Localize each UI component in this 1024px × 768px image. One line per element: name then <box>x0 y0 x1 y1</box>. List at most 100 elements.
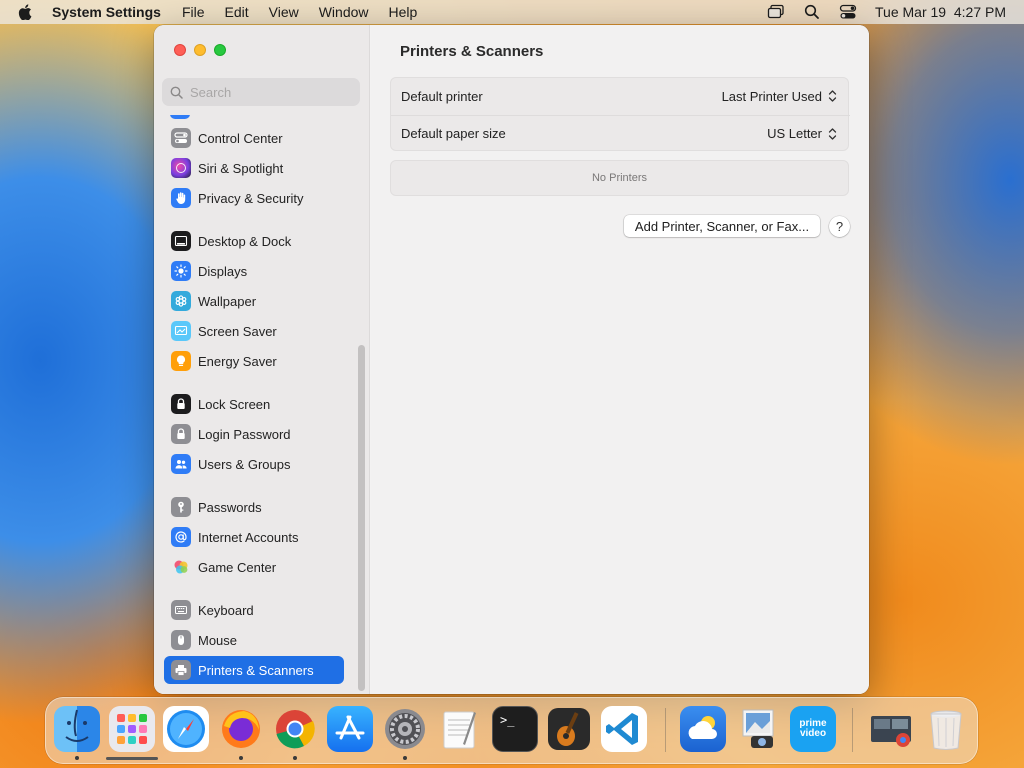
lock-icon <box>171 394 191 414</box>
launchpad-icon[interactable] <box>109 706 155 752</box>
lock-icon <box>171 424 191 444</box>
running-indicator <box>293 756 297 760</box>
weather-icon[interactable] <box>680 706 726 752</box>
menu-window[interactable]: Window <box>309 4 379 20</box>
sidebar-item-label: Login Password <box>198 426 291 442</box>
sidebar-item-label: Lock Screen <box>198 396 271 412</box>
trash-icon[interactable] <box>923 706 969 752</box>
safari-icon[interactable] <box>163 706 209 752</box>
partial-sidebar-icon <box>170 115 190 119</box>
sidebar-item-screen-saver[interactable]: Screen Saver <box>164 317 344 345</box>
default-printer-row: Default printer Last Printer Used <box>391 78 850 114</box>
search-icon <box>170 86 183 99</box>
menu-view[interactable]: View <box>259 4 309 20</box>
users-icon <box>171 454 191 474</box>
menu-app-name[interactable]: System Settings <box>52 4 172 20</box>
garageband-icon[interactable] <box>546 706 592 752</box>
dock-separator <box>665 708 666 752</box>
sidebar-item-displays[interactable]: Displays <box>164 257 344 285</box>
app-store-icon[interactable] <box>327 706 373 752</box>
wallpaper-icon <box>171 291 191 311</box>
page-title: Printers & Scanners <box>400 43 544 60</box>
sidebar-item-internet-accounts[interactable]: Internet Accounts <box>164 523 344 551</box>
sidebar-item-label: Passwords <box>198 499 262 515</box>
chevron-up-down-icon <box>826 126 838 142</box>
sidebar-item-keyboard[interactable]: Keyboard <box>164 596 344 624</box>
sidebar-item-label: Mouse <box>198 632 238 648</box>
sidebar-item-label: Keyboard <box>198 602 254 618</box>
firefox-icon[interactable] <box>218 706 264 752</box>
downloads-stack-icon[interactable] <box>868 706 914 752</box>
sidebar-list[interactable]: Control Center Siri & Spotlight Privacy … <box>154 115 370 694</box>
sidebar-item-control-center[interactable]: Control Center <box>164 124 344 152</box>
apple-menu-icon[interactable] <box>18 4 38 20</box>
sidebar-scrollbar[interactable] <box>358 345 365 691</box>
menu-clock[interactable]: Tue Mar 19 4:27 PM <box>875 4 1006 20</box>
at-icon <box>171 527 191 547</box>
sidebar-item-siri-spotlight[interactable]: Siri & Spotlight <box>164 154 344 182</box>
sidebar-item-desktop-dock[interactable]: Desktop & Dock <box>164 227 344 255</box>
sidebar-item-printers-scanners[interactable]: Printers & Scanners <box>164 656 344 684</box>
launchpad-indicator <box>106 757 158 760</box>
sidebar-item-label: Users & Groups <box>198 456 291 472</box>
sidebar-item-mouse[interactable]: Mouse <box>164 626 344 654</box>
defaults-group: Default printer Last Printer Used Defaul… <box>390 77 850 151</box>
sidebar: Control Center Siri & Spotlight Privacy … <box>154 25 370 694</box>
add-printer-button[interactable]: Add Printer, Scanner, or Fax... <box>624 215 820 237</box>
sidebar-item-label: Desktop & Dock <box>198 233 292 249</box>
close-window-button[interactable] <box>174 44 186 56</box>
sidebar-item-energy-saver[interactable]: Energy Saver <box>164 347 344 375</box>
terminal-prompt-label: >_ <box>500 713 515 727</box>
sidebar-item-label: Printers & Scanners <box>198 662 314 678</box>
prime-video-label: prime video <box>799 718 827 739</box>
sidebar-item-label: Wallpaper <box>198 293 257 309</box>
sidebar-item-passwords[interactable]: Passwords <box>164 493 344 521</box>
finder-icon[interactable] <box>54 706 100 752</box>
menu-edit[interactable]: Edit <box>215 4 259 20</box>
key-icon <box>171 497 191 517</box>
sidebar-item-users-groups[interactable]: Users & Groups <box>164 450 344 478</box>
sidebar-item-label: Siri & Spotlight <box>198 160 284 176</box>
game-center-icon <box>171 557 191 577</box>
hand-icon <box>171 188 191 208</box>
system-settings-icon[interactable] <box>382 706 428 752</box>
dock: >_ prime video <box>45 697 978 764</box>
textedit-icon[interactable] <box>437 706 483 752</box>
sidebar-item-wallpaper[interactable]: Wallpaper <box>164 287 344 315</box>
dock-separator <box>852 708 853 752</box>
search-input[interactable] <box>190 84 350 100</box>
search-field[interactable] <box>162 78 360 106</box>
sidebar-item-lock-screen[interactable]: Lock Screen <box>164 390 344 418</box>
default-paper-popup[interactable]: US Letter <box>767 126 838 142</box>
vscode-icon[interactable] <box>601 706 647 752</box>
bulb-icon <box>171 351 191 371</box>
sidebar-item-label: Game Center <box>198 559 277 575</box>
running-indicator <box>403 756 407 760</box>
sidebar-item-login-password[interactable]: Login Password <box>164 420 344 448</box>
menu-help[interactable]: Help <box>379 4 428 20</box>
help-button[interactable]: ? <box>829 216 850 237</box>
screen-saver-icon <box>171 321 191 341</box>
prime-video-icon[interactable]: prime video <box>790 706 836 752</box>
window-controls <box>174 44 226 56</box>
default-paper-label: Default paper size <box>401 126 506 141</box>
spotlight-search-icon[interactable] <box>803 4 821 20</box>
running-indicator <box>75 756 79 760</box>
sidebar-item-label: Privacy & Security <box>198 190 304 206</box>
terminal-icon[interactable]: >_ <box>492 706 538 752</box>
zoom-window-button[interactable] <box>214 44 226 56</box>
default-printer-label: Default printer <box>401 88 483 104</box>
menu-bar: System Settings File Edit View Window He… <box>0 0 1024 24</box>
chrome-icon[interactable] <box>272 706 318 752</box>
minimize-window-button[interactable] <box>194 44 206 56</box>
siri-icon <box>171 158 191 178</box>
sidebar-item-game-center[interactable]: Game Center <box>164 553 344 581</box>
control-center-icon[interactable] <box>839 4 857 20</box>
default-paper-value: US Letter <box>767 126 822 141</box>
sidebar-item-privacy-security[interactable]: Privacy & Security <box>164 184 344 212</box>
menu-file[interactable]: File <box>172 4 215 20</box>
preview-icon[interactable] <box>735 706 781 752</box>
default-printer-popup[interactable]: Last Printer Used <box>722 88 838 104</box>
dock-icon <box>171 231 191 251</box>
screen-mirroring-icon[interactable] <box>767 4 785 20</box>
